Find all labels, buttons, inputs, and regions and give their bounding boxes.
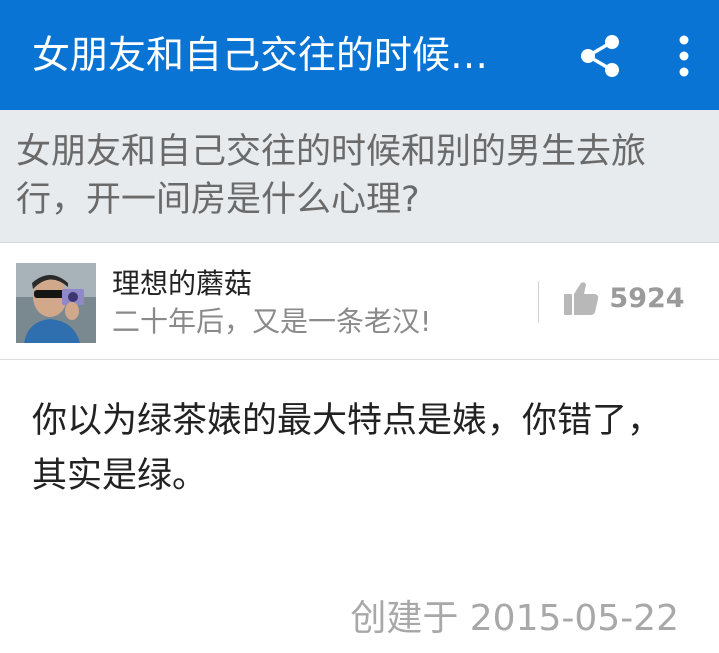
share-icon[interactable] <box>574 30 626 82</box>
answer-content: 你以为绿茶婊的最大特点是婊，你错了，其实是绿。 <box>32 401 663 496</box>
question-title: 女朋友和自己交往的时候和别的男生去旅行，开一间房是什么心理? <box>16 132 647 220</box>
more-vertical-icon[interactable] <box>660 30 708 82</box>
like-count[interactable]: 5924 <box>604 281 690 317</box>
question-header[interactable]: 女朋友和自己交往的时候和别的男生去旅行，开一间房是什么心理? <box>0 110 719 243</box>
author-name[interactable]: 理想的蘑菇 <box>112 265 252 303</box>
author-row[interactable]: 理想的蘑菇 二十年后，又是一条老汉! 5924 <box>0 243 719 360</box>
app-bar: 女朋友和自己交往的时候… <box>0 0 719 110</box>
created-date: 创建于 2015-05-22 <box>350 598 679 639</box>
avatar[interactable] <box>16 263 96 343</box>
author-bio: 二十年后，又是一条老汉! <box>112 305 432 338</box>
app-bar-title: 女朋友和自己交往的时候… <box>32 33 489 77</box>
divider <box>538 281 539 323</box>
thumbs-up-icon[interactable] <box>562 279 600 317</box>
